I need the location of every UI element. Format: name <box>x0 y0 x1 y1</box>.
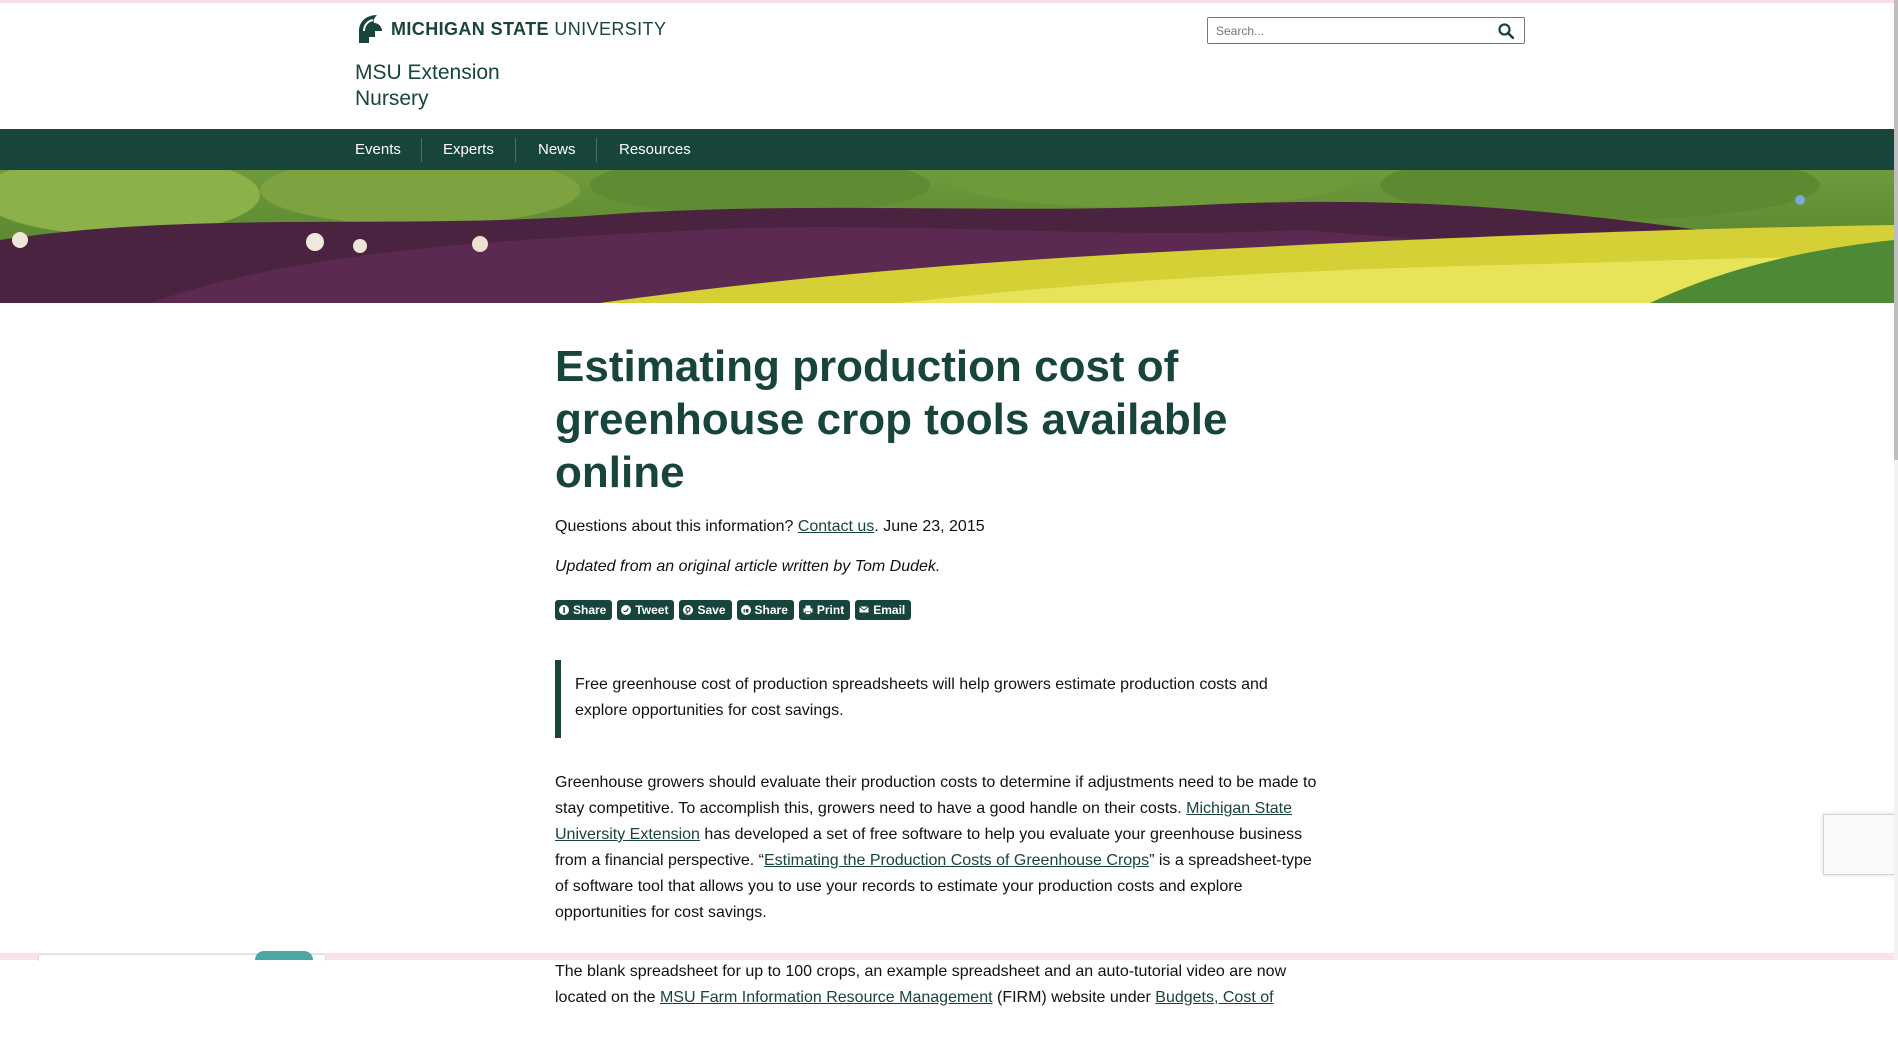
facebook-share-button[interactable]: Share <box>555 600 613 620</box>
nav-item-resources[interactable]: Resources <box>619 129 691 170</box>
facebook-icon <box>559 605 569 615</box>
recaptcha-badge[interactable] <box>1823 814 1898 875</box>
article-summary-callout: Free greenhouse cost of production sprea… <box>555 660 1325 738</box>
estimating-costs-link[interactable]: Estimating the Production Costs of Green… <box>764 852 1149 869</box>
share-label: Email <box>873 603 906 617</box>
share-label: Save <box>697 603 726 617</box>
body-paragraph: The blank spreadsheet for up to 100 crop… <box>555 959 1325 1011</box>
nav-item-experts[interactable]: Experts <box>443 129 494 170</box>
share-label: Share <box>754 603 788 617</box>
contact-us-link[interactable]: Contact us <box>798 518 874 535</box>
site-title[interactable]: MSU Extension <box>355 61 500 85</box>
email-icon <box>859 606 869 613</box>
nav-separator <box>596 138 597 162</box>
nursery-banner-image <box>0 170 1894 303</box>
twitter-share-button[interactable]: Tweet <box>617 600 675 620</box>
budgets-cost-link[interactable]: Budgets, Cost of <box>1155 989 1273 1006</box>
article-meta: Questions about this information? Contac… <box>555 518 1325 536</box>
msu-firm-link[interactable]: MSU Farm Information Resource Management <box>660 989 993 1006</box>
share-label: Share <box>573 603 607 617</box>
spartan-helmet-icon <box>359 15 382 43</box>
email-button[interactable]: Email <box>855 600 912 620</box>
linkedin-share-button[interactable]: Share <box>736 600 794 620</box>
share-label: Tweet <box>635 603 669 617</box>
article-content: Estimating production cost of greenhouse… <box>555 340 1325 1044</box>
logo-wordmark-bold: MICHIGAN STATE <box>391 18 549 39</box>
linkedin-icon <box>740 605 751 615</box>
logo-wordmark: MICHIGAN STATE UNIVERSITY <box>391 19 666 40</box>
article-byline: Updated from an original article written… <box>555 558 941 575</box>
share-label: Print <box>816 603 845 617</box>
nav-item-news[interactable]: News <box>538 129 576 170</box>
scrollbar-thumb[interactable] <box>1894 0 1898 460</box>
article-title: Estimating production cost of greenhouse… <box>555 342 1228 497</box>
meta-question: Questions about this information? <box>555 518 798 535</box>
main-navigation: Events Experts News Resources <box>0 129 1894 170</box>
chat-avatar[interactable] <box>255 951 313 960</box>
logo-wordmark-light: UNIVERSITY <box>554 18 667 39</box>
top-accent-line <box>0 0 1898 3</box>
search-box <box>1207 17 1525 44</box>
print-icon <box>803 605 813 615</box>
nav-item-events[interactable]: Events <box>355 129 401 170</box>
share-toolbar: Share Tweet Save Share Print Email <box>555 600 1325 620</box>
paragraph-text: (FIRM) website under <box>992 989 1156 1006</box>
article-date: . June 23, 2015 <box>874 518 985 535</box>
nav-separator <box>515 138 516 162</box>
search-icon[interactable] <box>1498 23 1514 39</box>
article-body: Greenhouse growers should evaluate their… <box>555 770 1325 1011</box>
print-button[interactable]: Print <box>798 600 851 620</box>
pinterest-icon <box>683 605 694 615</box>
nav-separator <box>421 138 422 162</box>
msu-logo[interactable]: MICHIGAN STATE UNIVERSITY <box>355 13 666 45</box>
twitter-icon <box>621 605 632 615</box>
pinterest-save-button[interactable]: Save <box>679 600 732 620</box>
body-paragraph: Greenhouse growers should evaluate their… <box>555 770 1325 926</box>
search-input[interactable] <box>1208 18 1496 43</box>
site-subtitle[interactable]: Nursery <box>355 87 429 111</box>
